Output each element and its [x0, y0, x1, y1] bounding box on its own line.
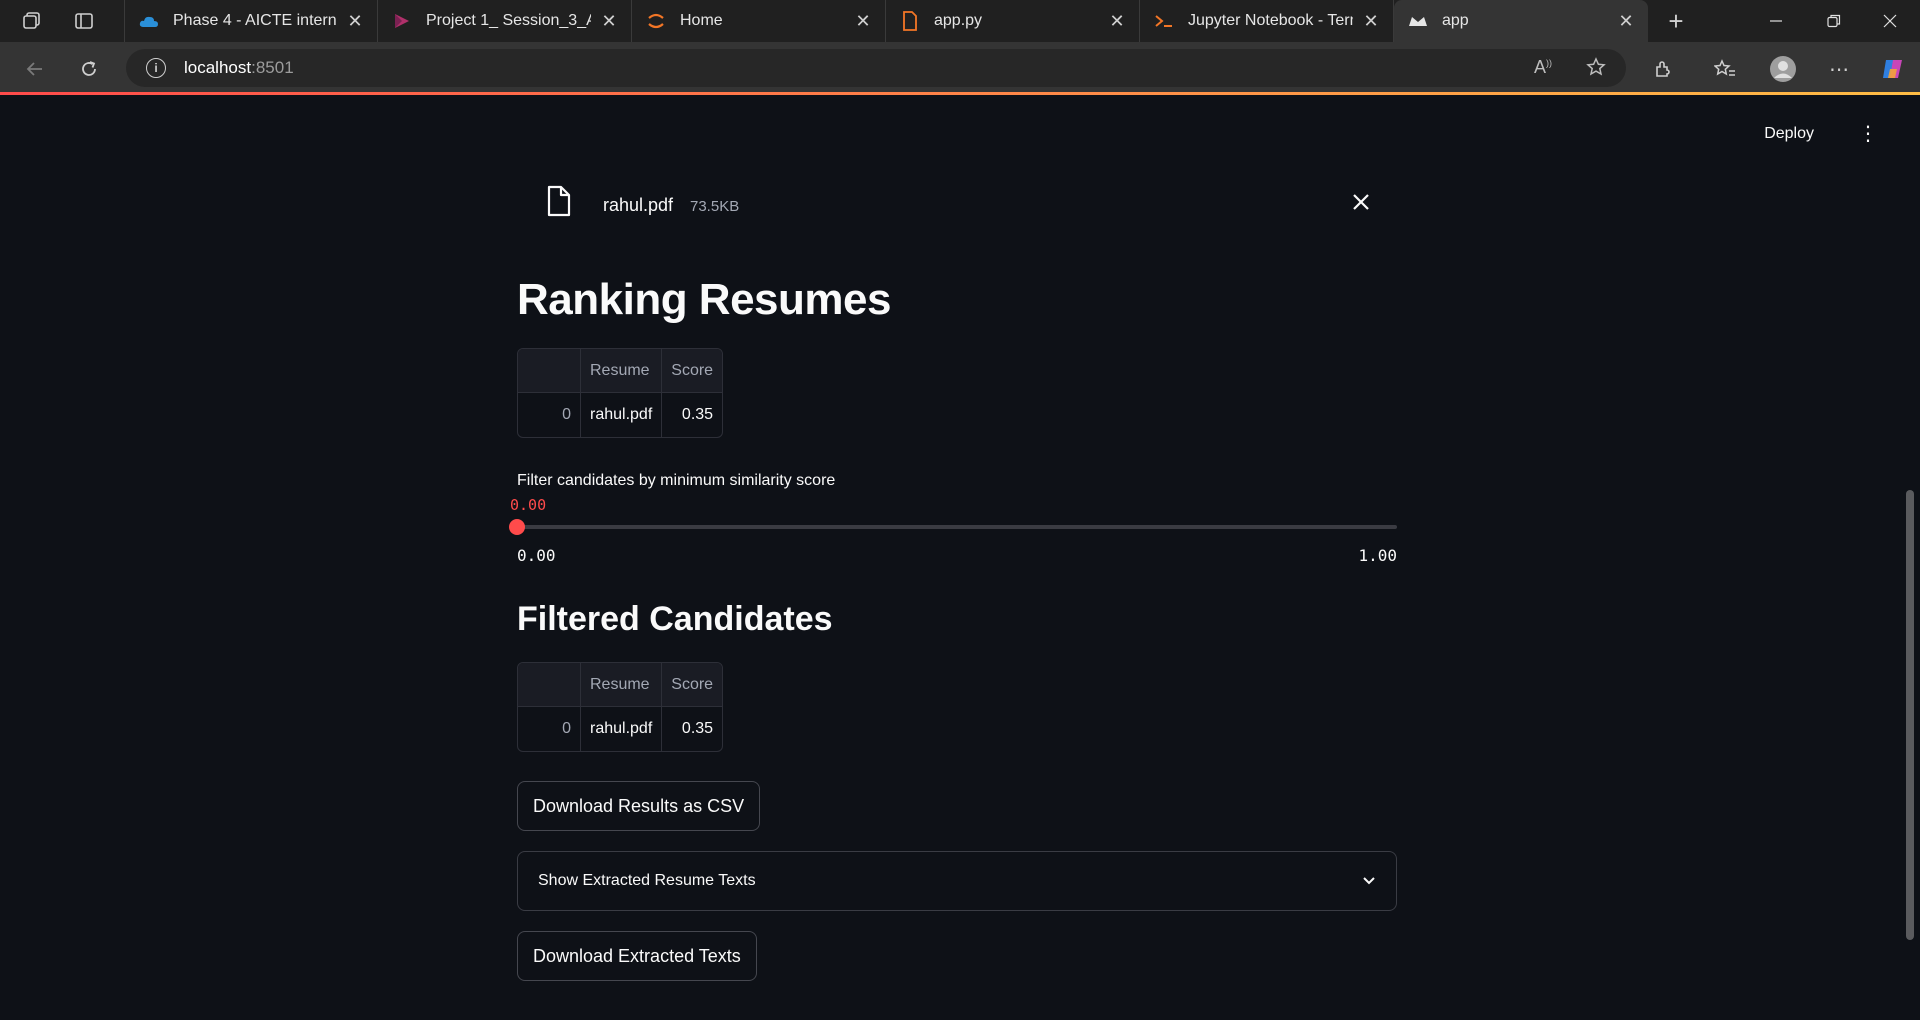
tab-title: Jupyter Notebook - Termin — [1188, 12, 1353, 29]
restore-button[interactable] — [1806, 0, 1862, 42]
table-header-index — [518, 349, 581, 393]
scrollbar[interactable] — [1906, 490, 1914, 940]
close-tab-icon[interactable]: ✕ — [853, 11, 873, 32]
table-header-resume[interactable]: Resume — [581, 349, 663, 393]
table-header-row: Resume Score — [518, 349, 723, 393]
cell-resume[interactable]: rahul.pdf — [581, 393, 663, 437]
page-title: Ranking Resumes — [517, 275, 891, 324]
ranking-table[interactable]: Resume Score 0 rahul.pdf 0.35 — [517, 348, 724, 438]
app-main: Deploy ⋮ rahul.pdf 73.5KB Ranking Resume… — [0, 95, 1920, 1020]
close-tab-icon[interactable]: ✕ — [1107, 11, 1127, 32]
download-texts-button[interactable]: Download Extracted Texts — [517, 931, 757, 981]
download-csv-button[interactable]: Download Results as CSV — [517, 781, 761, 831]
minimize-button[interactable] — [1748, 0, 1804, 42]
close-tab-icon[interactable]: ✕ — [1361, 11, 1381, 32]
streamlit-crown-icon — [1408, 11, 1428, 31]
cell-score[interactable]: 0.35 — [662, 393, 722, 437]
tab-title: app.py — [934, 12, 983, 29]
file-icon — [900, 11, 920, 31]
table-header-score[interactable]: Score — [662, 349, 723, 393]
terminal-icon — [1154, 11, 1174, 31]
main-menu-icon[interactable]: ⋮ — [1858, 124, 1878, 144]
close-tab-icon[interactable]: ✕ — [599, 11, 619, 32]
section-title: Filtered Candidates — [517, 600, 833, 638]
close-tab-icon[interactable]: ✕ — [345, 11, 365, 32]
table-row[interactable]: 0 rahul.pdf 0.35 — [518, 707, 722, 751]
cell-score[interactable]: 0.35 — [662, 707, 722, 751]
file-icon — [547, 185, 571, 222]
uploaded-file: rahul.pdf 73.5KB — [517, 185, 1397, 230]
table-header-resume[interactable]: Resume — [581, 663, 663, 707]
uploaded-file-size: 73.5KB — [690, 198, 740, 215]
slider-max: 1.00 — [1358, 546, 1397, 565]
favorite-star-icon[interactable] — [1586, 57, 1606, 82]
slider-label: Filter candidates by minimum similarity … — [517, 472, 836, 489]
tab-title: Phase 4 - AICTE internship — [173, 12, 337, 29]
tab-jupyter-terminal[interactable]: Jupyter Notebook - Termin ✕ — [1140, 0, 1394, 42]
new-tab-button[interactable]: + — [1648, 0, 1704, 42]
address-port: :8501 — [251, 58, 294, 77]
refresh-icon[interactable] — [72, 52, 106, 86]
tab-project1[interactable]: Project 1_ Session_3_AI-pow ✕ — [378, 0, 632, 42]
slider-track[interactable] — [517, 525, 1397, 529]
tab-title: app — [1442, 12, 1469, 29]
filtered-table[interactable]: Resume Score 0 rahul.pdf 0.35 — [517, 662, 724, 752]
expander-label: Show Extracted Resume Texts — [538, 872, 756, 889]
table-header-row: Resume Score — [518, 663, 723, 707]
browser-tab-bar: Phase 4 - AICTE internship ✕ Project 1_ … — [0, 0, 1920, 42]
browser-toolbar: i localhost:8501 A)) ⋯ — [0, 42, 1920, 94]
cell-resume[interactable]: rahul.pdf — [581, 707, 663, 751]
profile-avatar[interactable] — [1766, 52, 1800, 86]
deploy-button[interactable]: Deploy — [1764, 125, 1814, 143]
more-options-icon[interactable]: ⋯ — [1822, 52, 1856, 86]
read-aloud-icon[interactable]: A)) — [1534, 57, 1552, 78]
vertical-tabs-icon[interactable] — [64, 0, 104, 42]
remove-file-icon[interactable] — [1352, 187, 1370, 218]
tab-app-py[interactable]: app.py ✕ — [886, 0, 1140, 42]
back-arrow-icon[interactable] — [18, 52, 52, 86]
onedrive-icon — [139, 11, 159, 31]
uploaded-file-name: rahul.pdf — [603, 195, 674, 215]
site-info-icon[interactable]: i — [146, 58, 166, 78]
jupyter-icon — [646, 11, 666, 31]
extracted-texts-expander[interactable]: Show Extracted Resume Texts — [517, 851, 1397, 911]
video-player-icon — [392, 11, 412, 31]
address-host: localhost — [184, 58, 252, 77]
close-window-button[interactable] — [1862, 0, 1918, 42]
tab-phase4[interactable]: Phase 4 - AICTE internship ✕ — [124, 0, 378, 42]
favorites-icon[interactable] — [1708, 52, 1742, 86]
slider-value: 0.00 — [510, 496, 547, 514]
slider-thumb[interactable] — [509, 519, 525, 535]
tab-app[interactable]: app ✕ — [1394, 0, 1648, 42]
tab-title: Home — [680, 12, 723, 29]
address-bar[interactable]: i localhost:8501 A)) — [126, 49, 1626, 87]
tab-title: Project 1_ Session_3_AI-pow — [426, 12, 591, 29]
row-index: 0 — [518, 393, 581, 437]
extensions-icon[interactable] — [1646, 52, 1680, 86]
close-tab-icon[interactable]: ✕ — [1616, 11, 1636, 32]
table-header-score[interactable]: Score — [662, 663, 723, 707]
table-header-index — [518, 663, 581, 707]
workspaces-icon[interactable] — [12, 0, 52, 42]
chevron-down-icon — [1362, 873, 1376, 889]
table-row[interactable]: 0 rahul.pdf 0.35 — [518, 393, 722, 437]
row-index: 0 — [518, 707, 581, 751]
slider-min: 0.00 — [517, 546, 556, 565]
copilot-icon[interactable] — [1876, 52, 1910, 86]
tab-home[interactable]: Home ✕ — [632, 0, 886, 42]
